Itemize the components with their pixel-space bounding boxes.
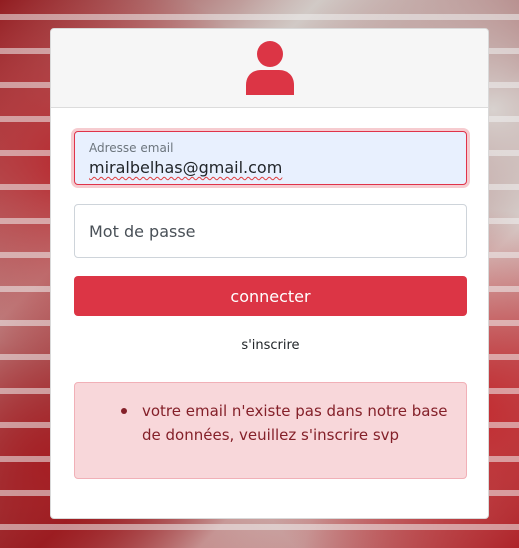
password-placeholder: Mot de passe: [89, 222, 196, 241]
email-label: Adresse email: [89, 141, 174, 155]
login-button[interactable]: connecter: [74, 276, 467, 316]
signup-link[interactable]: s'inscrire: [51, 338, 488, 353]
email-input-value[interactable]: miralbelhas@gmail.com: [89, 158, 282, 177]
bullet-icon: [121, 408, 127, 414]
password-field[interactable]: Mot de passe: [74, 204, 467, 258]
card-header: [51, 29, 488, 108]
user-icon: [246, 41, 294, 95]
email-field[interactable]: Adresse email miralbelhas@gmail.com: [74, 131, 467, 185]
error-message: votre email n'existe pas dans notre base…: [142, 402, 448, 444]
login-card: Adresse email miralbelhas@gmail.com Mot …: [50, 28, 489, 519]
error-alert: votre email n'existe pas dans notre base…: [74, 382, 467, 479]
error-list: votre email n'existe pas dans notre base…: [121, 399, 452, 447]
error-item: votre email n'existe pas dans notre base…: [121, 399, 452, 447]
